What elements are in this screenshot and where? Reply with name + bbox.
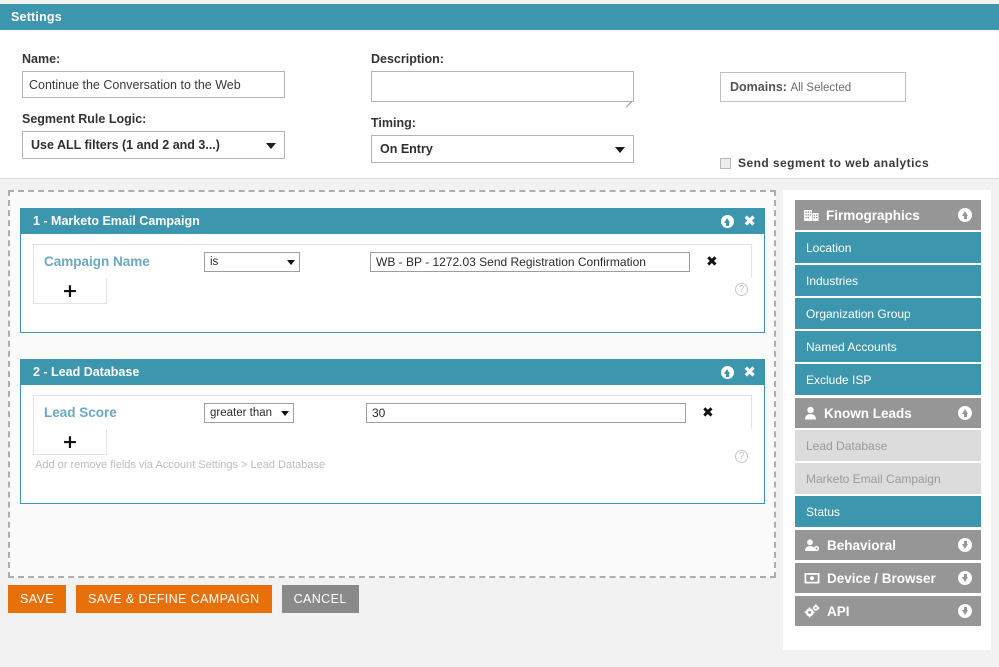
name-input[interactable] bbox=[22, 71, 285, 98]
settings-column-right: Domains: All Selected bbox=[720, 72, 950, 102]
rule-card: 2 - Lead Database ✖ Lead Score greater t… bbox=[20, 359, 765, 504]
circle-up-arrow-icon[interactable] bbox=[958, 208, 972, 222]
circle-up-arrow-icon[interactable] bbox=[721, 366, 734, 379]
building-icon bbox=[804, 208, 819, 222]
circle-down-arrow-icon[interactable] bbox=[958, 538, 972, 552]
filter-value-input[interactable] bbox=[366, 403, 686, 423]
timing-label: Timing: bbox=[371, 116, 634, 130]
chevron-down-icon bbox=[281, 411, 289, 416]
add-filter-button[interactable]: + bbox=[33, 429, 107, 455]
save-button[interactable]: SAVE bbox=[8, 585, 66, 613]
chevron-down-icon bbox=[615, 147, 625, 153]
settings-panel: Settings Name: Segment Rule Logic: Use A… bbox=[0, 4, 999, 179]
domains-select[interactable]: Domains: All Selected bbox=[720, 72, 906, 102]
rule-card: 1 - Marketo Email Campaign ✖ Campaign Na… bbox=[20, 208, 765, 333]
sidebar-group-known-leads[interactable]: Known Leads bbox=[795, 398, 981, 428]
circle-up-arrow-icon[interactable] bbox=[958, 406, 972, 420]
remove-filter-icon[interactable]: ✖ bbox=[702, 406, 714, 420]
sidebar-group-label: Firmographics bbox=[826, 208, 920, 223]
rule-title: 1 - Marketo Email Campaign bbox=[33, 214, 200, 228]
send-analytics-label: Send segment to web analytics bbox=[738, 156, 929, 170]
sidebar-item-location[interactable]: Location bbox=[795, 232, 981, 263]
cancel-button[interactable]: CANCEL bbox=[282, 585, 359, 613]
filter-catalog-sidebar: Firmographics Location Industries Organi… bbox=[783, 190, 991, 650]
filter-operator-select[interactable]: is bbox=[204, 252, 300, 272]
sidebar-item-industries[interactable]: Industries bbox=[795, 265, 981, 296]
rule-title: 2 - Lead Database bbox=[33, 365, 139, 379]
rule-header: 2 - Lead Database ✖ bbox=[21, 360, 764, 385]
timing-select[interactable]: On Entry bbox=[371, 135, 634, 163]
segment-rule-logic-value: Use ALL filters (1 and 2 and 3...) bbox=[31, 138, 220, 152]
settings-column-left: Name: Segment Rule Logic: Use ALL filter… bbox=[22, 52, 285, 159]
circle-down-arrow-icon[interactable] bbox=[958, 604, 972, 618]
gears-icon bbox=[804, 604, 820, 618]
add-filter-button[interactable]: + bbox=[33, 278, 107, 304]
person-icon bbox=[804, 406, 817, 420]
settings-title: Settings bbox=[0, 4, 999, 30]
send-analytics-checkbox[interactable] bbox=[720, 158, 731, 169]
sidebar-group-label: Device / Browser bbox=[827, 571, 936, 586]
segment-rule-logic-label: Segment Rule Logic: bbox=[22, 112, 285, 126]
sidebar-item-named-accounts[interactable]: Named Accounts bbox=[795, 331, 981, 362]
action-bar: SAVE SAVE & DEFINE CAMPAIGN CANCEL bbox=[8, 585, 359, 613]
sidebar-group-label: Behavioral bbox=[827, 538, 896, 553]
rule-header-actions: ✖ bbox=[721, 360, 756, 385]
filter-row: Lead Score greater than ✖ bbox=[33, 395, 752, 429]
send-analytics-row[interactable]: Send segment to web analytics bbox=[720, 156, 929, 170]
filter-operator-value: is bbox=[210, 256, 218, 268]
filter-row: Campaign Name is ✖ bbox=[33, 244, 752, 278]
save-and-define-campaign-button[interactable]: SAVE & DEFINE CAMPAIGN bbox=[76, 585, 272, 613]
rule-body: Campaign Name is ✖ + ? bbox=[21, 244, 764, 304]
description-label: Description: bbox=[371, 52, 634, 66]
sidebar-group-label: API bbox=[827, 604, 850, 619]
sidebar-item-marketo-email-campaign[interactable]: Marketo Email Campaign bbox=[795, 463, 981, 494]
filter-name: Campaign Name bbox=[44, 254, 204, 269]
domains-value: All Selected bbox=[790, 82, 851, 94]
segment-rule-logic-select[interactable]: Use ALL filters (1 and 2 and 3...) bbox=[22, 131, 285, 159]
filter-operator-value: greater than bbox=[210, 407, 272, 419]
sidebar-item-organization-group[interactable]: Organization Group bbox=[795, 298, 981, 329]
circle-up-arrow-icon[interactable] bbox=[721, 215, 734, 228]
domains-label: Domains: bbox=[730, 80, 787, 94]
description-wrapper bbox=[371, 71, 634, 105]
timing-value: On Entry bbox=[380, 142, 433, 156]
filter-value-input[interactable] bbox=[370, 252, 690, 272]
monitor-icon bbox=[804, 571, 820, 585]
rule-header: 1 - Marketo Email Campaign ✖ bbox=[21, 209, 764, 234]
sidebar-group-api[interactable]: API bbox=[795, 596, 981, 626]
close-icon[interactable]: ✖ bbox=[743, 215, 756, 228]
help-icon[interactable]: ? bbox=[735, 450, 748, 463]
sidebar-item-exclude-isp[interactable]: Exclude ISP bbox=[795, 364, 981, 395]
sidebar-group-firmographics[interactable]: Firmographics bbox=[795, 200, 981, 230]
name-label: Name: bbox=[22, 52, 285, 66]
settings-column-middle: Description: Timing: On Entry bbox=[371, 52, 634, 163]
person-gear-icon bbox=[804, 538, 820, 552]
chevron-down-icon bbox=[287, 260, 295, 265]
filter-operator-select[interactable]: greater than bbox=[204, 403, 294, 423]
description-input[interactable] bbox=[371, 71, 634, 102]
sidebar-item-status[interactable]: Status bbox=[795, 496, 981, 527]
rules-dropzone: 1 - Marketo Email Campaign ✖ Campaign Na… bbox=[8, 190, 776, 578]
close-icon[interactable]: ✖ bbox=[743, 366, 756, 379]
remove-filter-icon[interactable]: ✖ bbox=[706, 255, 718, 269]
sidebar-group-behavioral[interactable]: Behavioral bbox=[795, 530, 981, 560]
filter-name: Lead Score bbox=[44, 405, 204, 420]
circle-down-arrow-icon[interactable] bbox=[958, 571, 972, 585]
sidebar-item-lead-database[interactable]: Lead Database bbox=[795, 430, 981, 461]
rule-body: Lead Score greater than ✖ + Add or remov… bbox=[21, 395, 764, 471]
sidebar-group-device-browser[interactable]: Device / Browser bbox=[795, 563, 981, 593]
sidebar-group-label: Known Leads bbox=[824, 406, 912, 421]
chevron-down-icon bbox=[266, 143, 276, 149]
rule-header-actions: ✖ bbox=[721, 209, 756, 234]
helper-note: Add or remove fields via Account Setting… bbox=[35, 459, 764, 471]
help-icon[interactable]: ? bbox=[735, 283, 748, 296]
